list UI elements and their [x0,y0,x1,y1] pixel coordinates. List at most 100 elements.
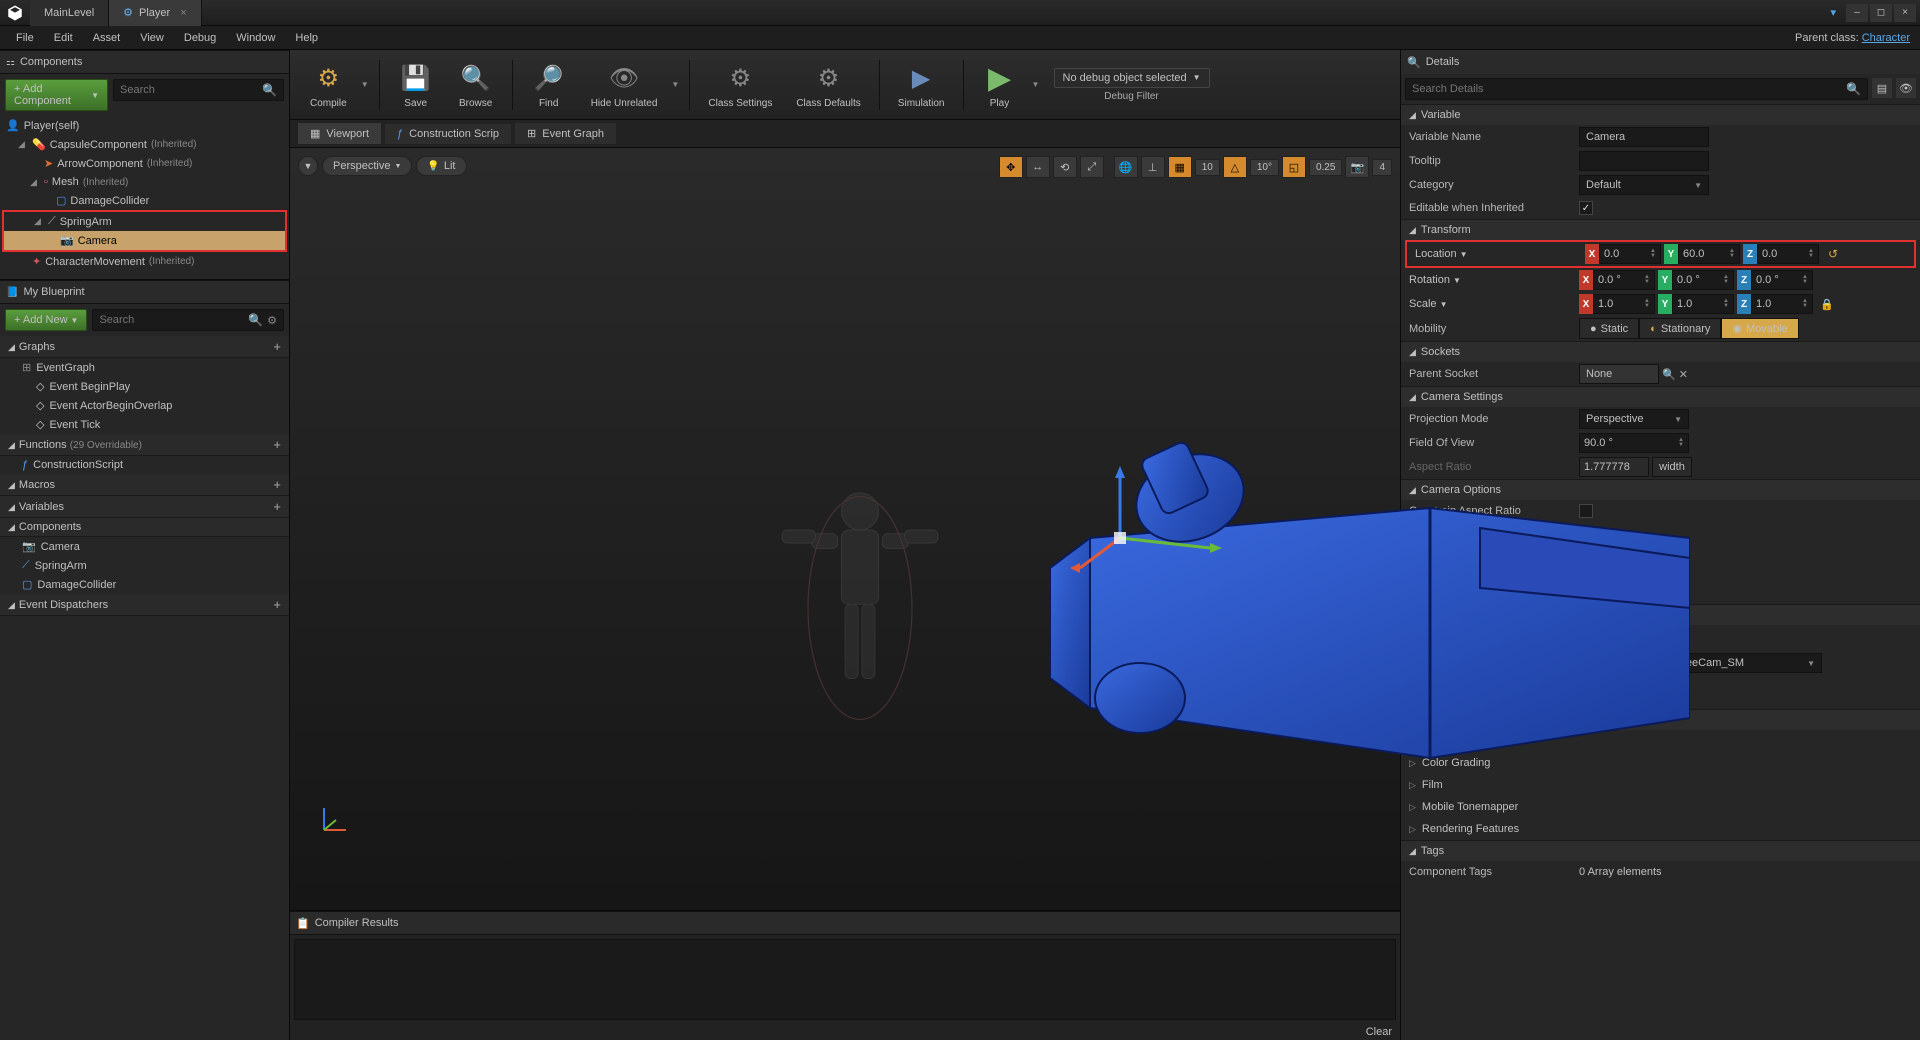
scale-z-input[interactable]: 1.0▲▼ [1751,294,1813,314]
tab-player[interactable]: ⚙ Player × [109,0,202,26]
find-button[interactable]: 🔎Find [521,56,577,113]
lit-dropdown[interactable]: 💡Lit [416,156,466,176]
debug-object-dropdown[interactable]: No debug object selected▼ [1054,68,1210,88]
camera-speed-value[interactable]: 4 [1372,159,1392,176]
add-dispatcher-button[interactable]: + [273,597,281,612]
compiler-output[interactable] [294,939,1396,1020]
lock-scale-icon[interactable]: 🔒 [1820,298,1834,311]
mobility-stationary-button[interactable]: ◐Stationary [1639,318,1721,339]
bp-var-springarm[interactable]: ⟋SpringArm [0,556,289,575]
section-macros[interactable]: ◢Macros + [0,474,289,496]
tab-eventgraph[interactable]: ⊞Event Graph [515,123,616,144]
search-input[interactable] [120,84,262,96]
section-graphs[interactable]: ◢Graphs + [0,336,289,358]
scale-mode-button[interactable]: ⤢ [1080,156,1104,178]
details-search[interactable]: 🔍 [1405,78,1868,100]
angle-snap-button[interactable]: △ [1223,156,1247,178]
bp-event-tick[interactable]: ◇Event Tick [0,415,289,434]
surface-snap-button[interactable]: ⊥ [1141,156,1165,178]
bp-eventgraph[interactable]: ⊞EventGraph [0,358,289,377]
hide-dropdown[interactable]: ▼ [671,80,681,89]
clear-socket-icon[interactable]: ✕ [1679,368,1688,381]
tree-item-damagecollider[interactable]: ▢ DamageCollider [0,191,289,210]
search-socket-icon[interactable]: 🔍 [1662,368,1676,381]
add-variable-button[interactable]: + [273,499,281,514]
class-settings-button[interactable]: ⚙Class Settings [698,56,782,113]
menu-edit[interactable]: Edit [44,29,83,47]
scale-snap-value[interactable]: 0.25 [1309,159,1342,176]
angle-snap-value[interactable]: 10° [1250,159,1279,176]
editable-checkbox[interactable] [1579,201,1593,215]
clear-button[interactable]: Clear [1366,1026,1392,1038]
section-dispatchers[interactable]: ◢Event Dispatchers + [0,594,289,616]
tree-item-camera[interactable]: 📷 Camera [4,231,285,250]
add-macro-button[interactable]: + [273,477,281,492]
menu-debug[interactable]: Debug [174,29,226,47]
rotate-mode-button[interactable]: ⟲ [1053,156,1077,178]
bp-event-overlap[interactable]: ◇Event ActorBeginOverlap [0,396,289,415]
close-icon[interactable]: × [180,7,186,19]
components-search[interactable]: 🔍 [113,79,284,101]
add-new-button[interactable]: + Add New▼ [5,309,87,331]
rotation-z-input[interactable]: 0.0 °▲▼ [1751,270,1813,290]
mobility-movable-button[interactable]: ◉Movable [1721,318,1798,339]
tree-item-capsule[interactable]: ◢ 💊 CapsuleComponent (Inherited) [0,135,289,154]
menu-window[interactable]: Window [226,29,285,47]
tree-root[interactable]: 👤 Player(self) [0,116,289,135]
tree-item-charactermovement[interactable]: ✦ CharacterMovement (Inherited) [0,252,289,271]
scale-snap-button[interactable]: ◱ [1282,156,1306,178]
simulation-button[interactable]: ▶Simulation [888,56,955,113]
maximize-button[interactable]: ◻ [1870,4,1892,22]
location-z-input[interactable]: 0.0▲▼ [1757,244,1819,264]
mobility-static-button[interactable]: ●Static [1579,318,1639,339]
add-graph-button[interactable]: + [273,339,281,354]
visibility-button[interactable]: 👁 [1896,78,1916,98]
bp-constructionscript[interactable]: ƒConstructionScript [0,456,289,474]
scale-y-input[interactable]: 1.0▲▼ [1672,294,1734,314]
minimize-button[interactable]: – [1846,4,1868,22]
compile-button[interactable]: ⚙Compile [300,56,357,113]
menu-asset[interactable]: Asset [83,29,131,47]
rotation-y-input[interactable]: 0.0 °▲▼ [1672,270,1734,290]
select-mode-button[interactable]: ✥ [999,156,1023,178]
perspective-dropdown[interactable]: Perspective▼ [322,156,412,176]
add-component-button[interactable]: + Add Component▼ [5,79,108,111]
tree-item-mesh[interactable]: ◢ ▫ Mesh (Inherited) [0,173,289,191]
section-functions[interactable]: ◢Functions (29 Overridable) + [0,434,289,456]
add-function-button[interactable]: + [273,437,281,452]
category-variable[interactable]: ◢Variable [1401,104,1920,125]
menu-view[interactable]: View [130,29,174,47]
compile-dropdown[interactable]: ▼ [361,80,371,89]
expand-icon[interactable]: ◢ [30,177,40,188]
class-defaults-button[interactable]: ⚙Class Defaults [786,56,870,113]
expand-icon[interactable]: ◢ [34,216,44,227]
close-button[interactable]: × [1894,4,1916,22]
viewport[interactable]: ▼ Perspective▼ 💡Lit ✥ ↔ ⟲ ⤢ 🌐 ⊥ ▦ 10 △ 1… [290,148,1400,910]
category-dropdown[interactable]: Default▼ [1579,175,1709,195]
grid-snap-button[interactable]: ▦ [1168,156,1192,178]
camera-speed-button[interactable]: 📷 [1345,156,1369,178]
expand-icon[interactable]: ◢ [18,139,28,150]
bp-var-damagecollider[interactable]: ▢DamageCollider [0,575,289,594]
variable-name-input[interactable] [1579,127,1709,147]
grid-snap-value[interactable]: 10 [1195,159,1220,176]
category-tags[interactable]: ◢Tags [1401,840,1920,861]
section-components[interactable]: ◢Components [0,518,289,537]
menu-help[interactable]: Help [285,29,328,47]
hide-unrelated-button[interactable]: 👁Hide Unrelated [581,56,668,113]
scale-x-input[interactable]: 1.0▲▼ [1593,294,1655,314]
tab-viewport[interactable]: ▦Viewport [298,123,381,144]
menu-file[interactable]: File [6,29,44,47]
pp-rendering-features[interactable]: ▷Rendering Features [1401,818,1920,840]
play-dropdown[interactable]: ▼ [1032,80,1042,89]
reset-location-button[interactable]: ↺ [1828,247,1838,261]
viewport-options-button[interactable]: ▼ [298,156,318,176]
property-matrix-button[interactable]: ▤ [1872,78,1892,98]
category-transform[interactable]: ◢Transform [1401,219,1920,240]
tree-item-springarm[interactable]: ◢ ⟋ SpringArm [4,212,285,231]
settings-icon[interactable]: ⚙ [267,314,277,327]
tab-mainlevel[interactable]: MainLevel [30,0,109,26]
parent-socket-input[interactable] [1579,364,1659,384]
browse-button[interactable]: 🔍Browse [448,56,504,113]
tab-construction[interactable]: ƒConstruction Scrip [385,124,511,144]
